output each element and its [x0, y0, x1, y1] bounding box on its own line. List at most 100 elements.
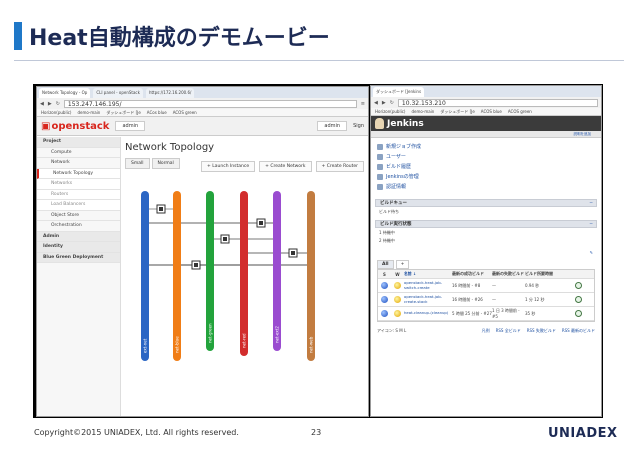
openstack-url-field[interactable]: 153.247.146.195/ — [63, 99, 357, 108]
bookmark-link[interactable]: ACOS green — [508, 109, 532, 114]
sidebar-item[interactable]: Orchestration — [37, 221, 120, 232]
bookmark-link[interactable]: ACOS green — [173, 110, 197, 115]
menu-item-label: ユーザー — [386, 154, 406, 160]
create-router-button[interactable]: + Create Router — [315, 161, 364, 172]
sidebar-item[interactable]: Routers — [37, 189, 120, 200]
jenkins-menu-item[interactable]: 新規ジョブ作成 — [377, 142, 595, 152]
jenkins-butler-icon — [375, 118, 384, 129]
bookmark-link[interactable]: demo-main — [77, 110, 100, 115]
table-row: openstack-heat-job-switch-create 16 時間前 -… — [378, 279, 594, 293]
forward-icon[interactable]: ▶ — [382, 100, 386, 106]
sidebar-item[interactable]: Network Topology — [37, 168, 120, 179]
bookmark-link[interactable]: demo-main — [411, 109, 434, 114]
network-label: net-web — [309, 336, 314, 353]
last-failure: — — [492, 283, 496, 288]
page-title: Network Topology — [125, 142, 215, 153]
forward-icon[interactable]: ▶ — [48, 101, 52, 107]
legend-link[interactable]: 凡例 — [482, 328, 490, 334]
bookmark-link[interactable]: ダッシュボード [Je — [440, 109, 474, 115]
jenkins-tab[interactable]: ダッシュボード [Jenkins — [373, 87, 425, 97]
sidebar-item[interactable]: Networks — [37, 179, 120, 190]
jenkins-menu-item[interactable]: ユーザー — [377, 152, 595, 162]
browser-tab[interactable]: Network Topology - Op — [39, 88, 91, 98]
create-network-button[interactable]: + Create Network — [259, 161, 312, 172]
openstack-main: Network Topology Small Normal + Launch I… — [125, 137, 366, 416]
collapse-icon[interactable]: − — [589, 221, 593, 228]
browser-tab[interactable]: https://172.16.200.6/ — [145, 88, 195, 98]
executor-1: 1 待機中 — [379, 230, 395, 235]
status-blue-ball-icon — [381, 282, 388, 289]
sidebar-item[interactable]: Identity — [37, 242, 120, 253]
jenkins-url-field[interactable]: 10.32.153.210 — [397, 98, 598, 107]
normal-view-button[interactable]: Normal — [151, 158, 180, 169]
add-description-link[interactable]: 説明を追加 — [574, 132, 592, 136]
router-icon — [291, 251, 295, 255]
rss-latest-link[interactable]: RSS 最新のビルド — [562, 328, 595, 334]
network-bar[interactable] — [307, 191, 315, 361]
weather-sunny-icon — [394, 282, 401, 289]
job-name-link[interactable]: heat-cleanup-(cleanup) — [404, 311, 452, 316]
status-blue-ball-icon — [381, 310, 388, 317]
router-icon — [194, 263, 198, 267]
back-icon[interactable]: ◀ — [40, 101, 44, 107]
jenkins-address-bar: ◀ ▶ ↻ 10.32.153.210 — [371, 97, 601, 108]
job-name-link[interactable]: openstack-heat-job-switch-create — [404, 280, 452, 290]
sign-out-link[interactable]: Sign — [353, 123, 364, 129]
back-icon[interactable]: ◀ — [374, 100, 378, 106]
router-icon — [159, 207, 163, 211]
network-bar[interactable] — [173, 191, 181, 361]
add-view-link[interactable]: ✎ — [371, 250, 601, 255]
schedule-build-icon[interactable] — [575, 296, 582, 303]
browser-tab[interactable]: CLI panel - openStack — [93, 88, 143, 98]
column-header[interactable]: 最新の成功ビルド — [452, 271, 492, 277]
jenkins-menu-item[interactable]: 認証情報 — [377, 182, 595, 192]
column-header[interactable]: W — [391, 272, 404, 277]
build-duration: 0.94 秒 — [525, 282, 540, 288]
column-header[interactable]: 最新の失敗ビルド — [492, 271, 525, 277]
sidebar-item[interactable]: Admin — [37, 231, 120, 242]
rss-all-link[interactable]: RSS 全ビルド — [496, 328, 521, 334]
sidebar-item[interactable]: Object Store — [37, 211, 120, 221]
small-view-button[interactable]: Small — [125, 158, 150, 169]
column-header[interactable]: 名前 ↓ — [404, 271, 452, 277]
sidebar-item[interactable]: Load Balancers — [37, 200, 120, 211]
user-menu[interactable]: admin — [317, 121, 348, 131]
jenkins-bookmarks-bar: Horizon(public) demo-main ダッシュボード [Je ACOS … — [371, 108, 601, 116]
view-tab-all[interactable]: All — [377, 260, 394, 269]
schedule-build-icon[interactable] — [575, 310, 582, 317]
job-name-link[interactable]: openstack-heat-job-create-stack — [404, 294, 452, 304]
bookmark-link[interactable]: ダッシュボード [Je — [106, 110, 140, 116]
openstack-address-bar: ◀ ▶ ↻ 153.247.146.195/ ≡ — [37, 98, 368, 109]
sidebar-item[interactable]: Blue Green Deployment — [37, 252, 120, 263]
build-duration: 35 秒 — [525, 310, 536, 316]
title-divider — [14, 60, 624, 61]
view-tab-add[interactable]: + — [395, 260, 410, 269]
project-selector[interactable]: admin — [115, 121, 146, 131]
bookmark-link[interactable]: Horizon(public) — [375, 109, 405, 114]
build-queue-text: ビルド待ち — [379, 209, 399, 214]
jenkins-title[interactable]: Jenkins — [387, 119, 424, 129]
sidebar-item[interactable]: Project — [37, 137, 120, 148]
openstack-bookmarks-bar: Horizon(public) demo-main ダッシュボード [Je ACos … — [37, 109, 368, 117]
network-bar[interactable] — [141, 191, 149, 361]
network-topology-graph[interactable]: ext-net net-blue net-green net-red net-ext2 n… — [125, 181, 369, 361]
schedule-build-icon[interactable] — [575, 282, 582, 289]
executor-2: 2 待機中 — [379, 238, 395, 243]
column-header[interactable]: ビルド所要時間 — [525, 271, 563, 277]
sidebar-item[interactable]: Compute — [37, 148, 120, 158]
bookmark-link[interactable]: Horizon(public) — [41, 110, 71, 115]
collapse-icon[interactable]: − — [589, 200, 593, 207]
jenkins-menu-item[interactable]: Jenkinsの管理 — [377, 172, 595, 182]
reload-icon[interactable]: ↻ — [56, 101, 60, 107]
bookmark-link[interactable]: ACos blue — [147, 110, 167, 115]
sidebar-item[interactable]: Network — [37, 158, 120, 169]
bookmark-link[interactable]: ACOS blue — [481, 109, 502, 114]
jenkins-menu-item[interactable]: ビルド履歴 — [377, 162, 595, 172]
table-row: openstack-heat-job-create-stack 16 時間前 - … — [378, 293, 594, 307]
menu-icon[interactable]: ≡ — [361, 101, 365, 107]
reload-icon[interactable]: ↻ — [390, 100, 394, 106]
rss-failed-link[interactable]: RSS 失敗ビルド — [527, 328, 556, 334]
network-bar[interactable] — [240, 191, 248, 356]
launch-instance-button[interactable]: + Launch Instance — [201, 161, 256, 172]
column-header[interactable]: S — [378, 272, 391, 277]
